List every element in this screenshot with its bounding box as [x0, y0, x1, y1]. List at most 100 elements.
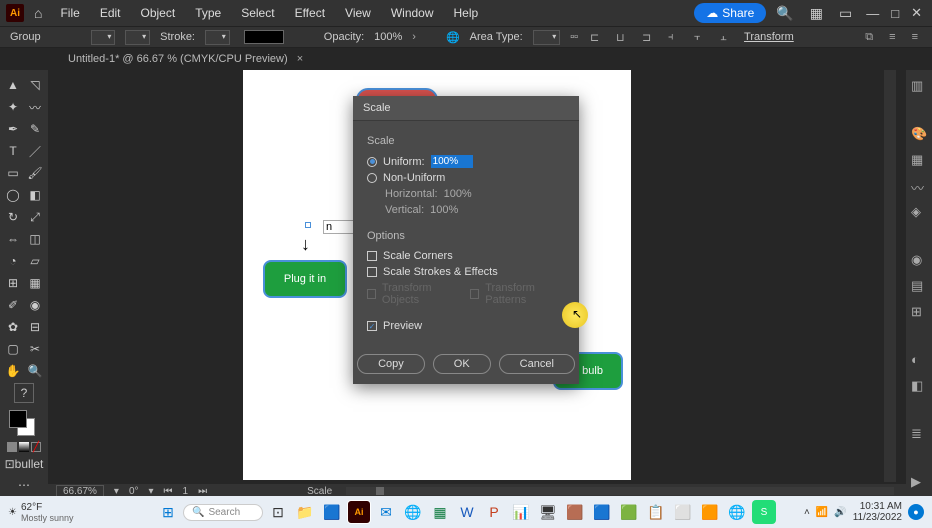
direct-select-tool[interactable]: ◹	[25, 75, 45, 95]
edit-toolbar[interactable]: ?	[14, 383, 34, 403]
align-right-icon[interactable]: ⊐	[642, 31, 654, 43]
app-icon-1[interactable]: 🟦	[320, 500, 344, 524]
word-icon[interactable]: W	[455, 500, 479, 524]
artboard-tool[interactable]: ▢	[3, 339, 23, 359]
clock[interactable]: 10:31 AM 11/23/2022	[853, 501, 902, 523]
horizontal-value[interactable]: 100%	[444, 188, 472, 200]
scrollbar-vertical[interactable]	[884, 70, 896, 482]
mesh-tool[interactable]: ⊞	[3, 273, 23, 293]
non-uniform-radio[interactable]	[367, 173, 377, 183]
wifi-icon[interactable]: 📶	[816, 507, 828, 518]
menu-file[interactable]: File	[52, 2, 87, 24]
minimize-button[interactable]: —	[866, 6, 879, 21]
gradient-mode-icon[interactable]	[19, 442, 29, 452]
zoom-tool[interactable]: 🔍	[25, 361, 45, 381]
properties-panel-icon[interactable]: ▥	[911, 78, 927, 94]
eraser-tool[interactable]: ◧	[25, 185, 45, 205]
menu-window[interactable]: Window	[383, 2, 442, 24]
app-icon-4[interactable]: 🟫	[563, 500, 587, 524]
uniform-input[interactable]: 100%	[431, 155, 473, 168]
shape-builder-tool[interactable]: ◔	[3, 251, 23, 271]
rotate-tool[interactable]: ↻	[3, 207, 23, 227]
rotate-value[interactable]: 0°	[129, 486, 139, 497]
opacity-value[interactable]: 100%	[374, 31, 402, 43]
app-icon-3[interactable]: 🖥	[536, 500, 560, 524]
pen-tool[interactable]: ✒	[3, 119, 23, 139]
distrib-h-icon[interactable]: ⫞	[668, 31, 680, 43]
menu-select[interactable]: Select	[233, 2, 282, 24]
color-panel-icon[interactable]: 🎨	[911, 126, 927, 142]
volume-icon[interactable]: 🔊	[834, 507, 846, 518]
menu-view[interactable]: View	[337, 2, 379, 24]
panel-icon-2[interactable]: ≡	[885, 31, 899, 44]
panel-icon-1[interactable]: ⧉	[861, 31, 877, 44]
transform-link[interactable]: Transform	[744, 31, 794, 43]
app-icon-9[interactable]: 🟧	[698, 500, 722, 524]
tray-overflow-icon[interactable]: ˄	[804, 507, 810, 518]
type-tool[interactable]: T	[3, 141, 23, 161]
maximize-button[interactable]: □	[891, 6, 899, 21]
align-group[interactable]: ▫▫	[570, 31, 578, 43]
fill-dropdown[interactable]	[91, 30, 116, 45]
align-center-icon[interactable]: ⊔	[616, 31, 628, 43]
powerpoint-icon[interactable]: P	[482, 500, 506, 524]
appearance-panel-icon[interactable]: ◐	[911, 352, 927, 368]
magic-wand-tool[interactable]: ✦	[3, 97, 23, 117]
selection-tool[interactable]: ▲	[3, 75, 23, 95]
notifications-icon[interactable]: ●	[908, 504, 924, 520]
align-left-icon[interactable]: ⊏	[590, 31, 602, 43]
page-nav-next-icon[interactable]: ⏭	[198, 486, 207, 497]
chrome-icon[interactable]: 🌐	[401, 500, 425, 524]
color-mode-icon[interactable]	[7, 442, 17, 452]
fill-chip[interactable]	[9, 410, 27, 428]
line-tool[interactable]: ／	[25, 141, 45, 161]
share-button[interactable]: ☁ Share	[694, 3, 766, 23]
menu-edit[interactable]: Edit	[92, 2, 129, 24]
lasso-tool[interactable]: 〰	[25, 97, 45, 117]
menu-help[interactable]: Help	[446, 2, 487, 24]
search-icon[interactable]: 🔍	[776, 5, 793, 22]
panel-menu-icon[interactable]: ≡	[908, 31, 922, 44]
graphic-styles-icon[interactable]: ◧	[911, 378, 927, 394]
tab-close-icon[interactable]: ×	[297, 53, 303, 65]
app-icon-7[interactable]: 📋	[644, 500, 668, 524]
stroke-panel-icon[interactable]: ◉	[911, 252, 927, 268]
menu-effect[interactable]: Effect	[287, 2, 333, 24]
toolbox-more[interactable]: ⋯	[14, 475, 34, 494]
scrollbar-horizontal[interactable]	[346, 487, 894, 495]
shaper-tool[interactable]: ◯	[3, 185, 23, 205]
taskbar-search[interactable]: 🔍 Search	[183, 504, 263, 521]
blend-tool[interactable]: ◉	[25, 295, 45, 315]
symbol-tool[interactable]: ✿	[3, 317, 23, 337]
layers-panel-icon[interactable]: ≣	[911, 426, 927, 442]
menu-object[interactable]: Object	[133, 2, 184, 24]
none-mode-icon[interactable]: ╱	[31, 442, 41, 452]
distrib-v-icon[interactable]: ⫟	[694, 31, 706, 43]
paintbrush-tool[interactable]: 🖌	[25, 163, 45, 183]
rectangle-tool[interactable]: ▭	[3, 163, 23, 183]
scale-tool[interactable]: ⤢	[25, 207, 45, 227]
gradient-panel-icon[interactable]: ▤	[911, 278, 927, 294]
gradient-tool[interactable]: ▦	[25, 273, 45, 293]
task-view-icon[interactable]: ⊡	[266, 500, 290, 524]
page-nav-prev-icon[interactable]: ⏮	[164, 486, 173, 497]
perspective-tool[interactable]: ▱	[25, 251, 45, 271]
libraries-panel-icon[interactable]: ▶	[911, 474, 927, 490]
excel-icon[interactable]: ▦	[428, 500, 452, 524]
selection-handle[interactable]	[305, 222, 311, 228]
document-tab[interactable]: Untitled-1* @ 66.67 % (CMYK/CPU Preview)…	[60, 49, 311, 69]
snagit-icon[interactable]: S	[752, 500, 776, 524]
stroke-weight[interactable]	[205, 30, 230, 45]
cancel-button[interactable]: Cancel	[499, 354, 575, 374]
area-type-dd[interactable]	[533, 30, 561, 45]
dialog-title[interactable]: Scale	[353, 96, 579, 121]
chrome2-icon[interactable]: 🌐	[725, 500, 749, 524]
globe-icon[interactable]: 🌐	[446, 31, 460, 44]
graph-tool[interactable]: ⊟	[25, 317, 45, 337]
copy-button[interactable]: Copy	[357, 354, 425, 374]
vertical-value[interactable]: 100%	[430, 204, 458, 216]
app-icon-8[interactable]: ⬜	[671, 500, 695, 524]
transparency-panel-icon[interactable]: ⊞	[911, 304, 927, 320]
windows-taskbar[interactable]: ☀ 62°F Mostly sunny ⊞ 🔍 Search ⊡ 📁 🟦 Ai …	[0, 496, 932, 528]
scale-corners-checkbox[interactable]	[367, 251, 377, 261]
